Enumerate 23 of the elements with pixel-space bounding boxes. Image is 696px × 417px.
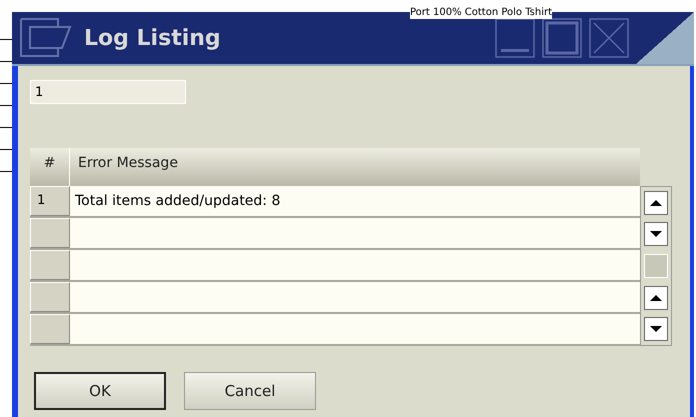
table-cell: Total items added/updated: 8 [70,186,640,216]
scrollbar[interactable] [640,186,672,346]
row-number[interactable]: 1 [30,186,70,216]
folder-icon [20,18,72,58]
background-text: Port 100% Cotton Polo Tshirt [410,7,552,19]
row-header[interactable] [30,218,70,248]
scroll-up-icon[interactable] [644,190,668,215]
window-title: Log Listing [84,26,221,50]
row-header[interactable] [30,282,70,312]
scroll-down-icon[interactable] [644,222,668,246]
scroll-up-icon[interactable] [644,286,668,310]
row-header[interactable] [30,314,70,344]
input-field[interactable]: 1 [30,80,186,104]
column-header[interactable]: Error Message [70,148,640,186]
title-bar-corner [636,12,694,64]
scroll-down-icon[interactable] [644,317,668,342]
close-icon[interactable] [589,18,629,58]
dialog-button[interactable]: Cancel [184,372,316,410]
minimize-icon[interactable] [495,18,535,58]
scroll-thumb[interactable] [644,254,668,278]
maximize-icon[interactable] [542,18,582,58]
row-header[interactable] [30,250,70,280]
dialog-button[interactable]: OK [34,372,166,410]
